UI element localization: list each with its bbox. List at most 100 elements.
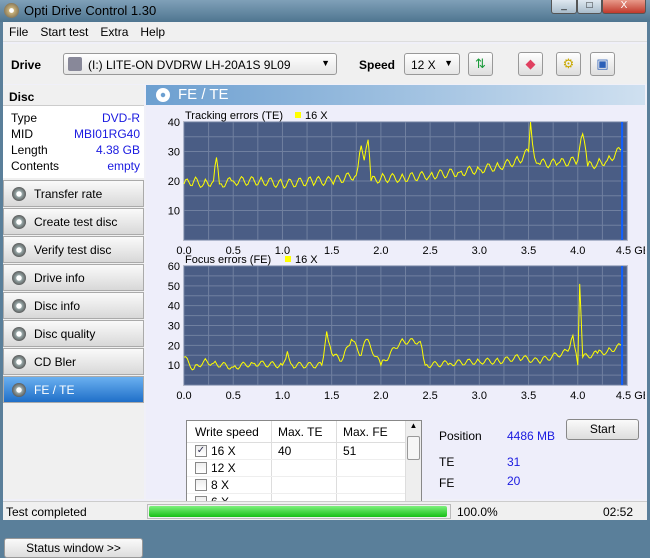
app-window: File Start test Extra Help Drive (I:) LI… [3,22,647,558]
speed-cell: 8 X [187,477,272,493]
key: MID [11,127,33,141]
y-tick-label: 40 [168,117,180,129]
disc-type-row: Type DVD-R [3,110,144,126]
close-button[interactable]: X [602,0,646,14]
table-row[interactable]: ✓ 16 X 40 51 [187,443,421,460]
y-tick-label: 10 [168,360,180,372]
y-tick-label: 50 [168,281,180,293]
header-write-speed[interactable]: Write speed [187,421,272,442]
header-max-te[interactable]: Max. TE [272,421,337,442]
te-label: TE [439,455,455,469]
te-value: 31 [507,455,521,469]
table-row[interactable]: 8 X [187,477,421,494]
x-tick-label: 3.5 [521,390,536,402]
table-row[interactable]: 12 X [187,460,421,477]
status-window-button[interactable]: Status window >> [4,538,143,558]
sidebar: Disc Type DVD-R MID MBI01RG40 Length 4.38 G… [3,85,144,558]
x-tick-label: 2.0 [373,390,388,402]
chevron-down-icon: ▼ [321,58,330,68]
speed-cell: ✓ 16 X [187,443,272,459]
disc-icon [12,187,26,201]
x-tick-label: 2.5 [422,390,437,402]
x-tick-label: 0.5 [226,390,241,402]
max-fe-cell: 51 [343,444,357,458]
x-tick-label: 0.0 [176,390,191,402]
maximize-button[interactable]: □ [577,0,602,14]
settings-icon[interactable]: ⚙ [556,52,581,76]
chart-title: Tracking errors (TE) [185,110,283,122]
start-button[interactable]: Start [566,419,639,440]
save-icon[interactable]: ▣ [590,52,615,76]
menu-help[interactable]: Help [140,25,165,39]
y-tick-label: 60 [168,261,180,273]
x-tick-label: 1.5 [324,245,339,257]
position-label: Position [439,429,482,443]
disc-icon [12,271,26,285]
key: Length [11,143,48,157]
nav-label: Drive info [34,271,85,285]
nav-disc-info[interactable]: Disc info [3,292,144,319]
y-tick-label: 10 [168,206,180,218]
scroll-thumb[interactable] [407,436,420,460]
menu-extra[interactable]: Extra [100,25,128,39]
nav-label: Create test disc [34,215,118,229]
max-fe-cell [337,460,405,476]
drive-select[interactable]: (I:) LITE-ON DVDRW LH-20A1S 9L09 ▼ [63,53,337,75]
checkbox[interactable] [195,479,207,491]
x-tick-label: 4.5 GB [616,245,645,257]
header-max-fe[interactable]: Max. FE [337,421,405,442]
main-panel: FE / TE 10 20 30 40 0.0 0.5 1.0 1.5 2.0 2.5 3.0 3.5… [146,85,645,514]
y-tick-label: 20 [168,340,180,352]
disc-icon [12,327,26,341]
status-bar: Test completed 100.0% 02:52 [3,501,647,520]
x-tick-label: 3.0 [472,390,487,402]
minimize-button[interactable]: _ [551,0,577,14]
x-tick-label: 4.5 GB [616,390,645,402]
nav-label: Verify test disc [34,243,112,257]
menu-file[interactable]: File [9,25,28,39]
value: DVD-R [102,111,140,125]
x-tick-label: 3.0 [472,245,487,257]
checkbox[interactable]: ✓ [195,445,207,457]
speed-label: Speed [359,58,396,72]
y-tick-label: 30 [168,321,180,333]
legend-label: 16 X [295,254,318,266]
x-tick-label: 1.0 [275,390,290,402]
panel-title: FE / TE [178,86,229,103]
nav-verify-test-disc[interactable]: Verify test disc [3,236,144,263]
speed-text: 8 X [211,477,230,492]
charts: 10 20 30 40 0.0 0.5 1.0 1.5 2.0 2.5 3.0 3.5 4.0 4.5 G… [168,110,645,402]
nav-drive-info[interactable]: Drive info [3,264,144,291]
speed-select[interactable]: 12 X ▼ [404,53,460,75]
legend-label: 16 X [305,110,328,122]
nav-transfer-rate[interactable]: Transfer rate [3,180,144,207]
scrollbar[interactable]: ▲ ▼ [405,421,421,513]
scroll-up-icon[interactable]: ▲ [406,421,421,430]
window-title: Opti Drive Control 1.30 [24,3,157,18]
disc-icon [12,383,26,397]
progress-bar [147,504,451,519]
nav-create-test-disc[interactable]: Create test disc [3,208,144,235]
table-header: Write speed Max. TE Max. FE [187,421,421,443]
progress-text: 100.0% [457,505,498,519]
x-tick-label: 4.0 [570,390,585,402]
nav-label: Transfer rate [34,187,103,201]
x-tick-label: 1.0 [275,245,290,257]
erase-icon[interactable]: ◆ [518,52,543,76]
max-te-cell: 40 [272,443,337,459]
max-fe-cell [337,477,405,493]
nav-fe-te[interactable]: FE / TE [3,376,144,403]
nav-disc-quality[interactable]: Disc quality [3,320,144,347]
menu-start-test[interactable]: Start test [40,25,88,39]
y-tick-label: 30 [168,147,180,159]
checkbox[interactable] [195,462,207,474]
nav-label: FE / TE [34,383,75,397]
fe-label: FE [439,476,455,490]
legend-swatch [285,256,291,262]
x-tick-label: 3.5 [521,245,536,257]
position-value: 4486 MB [507,429,556,443]
te-chart: 102030400.0 0.5 1.0 1.5 2.0 2.5 3.0 3.5 4.0 4.5 G… [168,110,645,257]
drive-value: (I:) LITE-ON DVDRW LH-20A1S 9L09 [88,58,291,72]
nav-cd-bler[interactable]: CD Bler [3,348,144,375]
refresh-button[interactable]: ⇅ [468,52,493,76]
